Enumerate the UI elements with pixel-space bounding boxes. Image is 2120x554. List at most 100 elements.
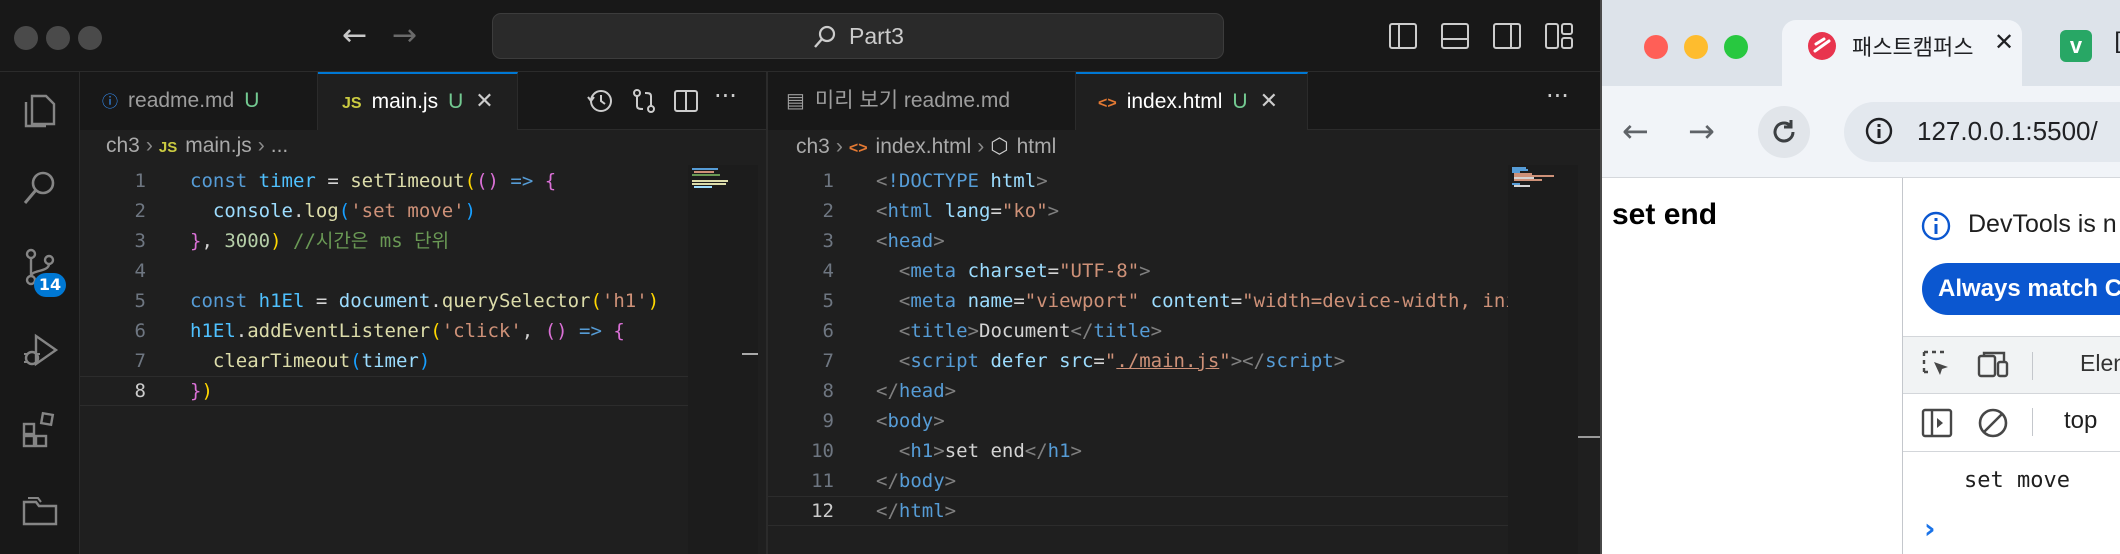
- code-line: const h1El = document.querySelector('h1'…: [190, 290, 660, 312]
- main-js-code[interactable]: const timer = setTimeout(() => { console…: [190, 166, 690, 406]
- line-number: 1: [822, 170, 834, 192]
- minimize-window-button[interactable]: [1684, 35, 1708, 59]
- code-line: <script defer src="./main.js"></script>: [898, 350, 1346, 372]
- line-number: 9: [822, 410, 834, 432]
- source-control-badge: 14: [34, 273, 66, 297]
- scrollbar-indicator[interactable]: [1578, 436, 1600, 438]
- toggle-secondary-sidebar-icon[interactable]: [1492, 22, 1522, 50]
- browser-tab-favicon-icon[interactable]: v: [2060, 30, 2092, 62]
- device-toolbar-icon[interactable]: [1976, 348, 2010, 382]
- show-sidebar-icon[interactable]: [1920, 406, 1954, 440]
- tab-main-js[interactable]: JS main.js U ✕: [318, 72, 518, 130]
- reload-button[interactable]: [1758, 106, 1810, 158]
- site-info-icon[interactable]: [1864, 116, 1894, 146]
- code-line: h1El.addEventListener('click', () => {: [190, 320, 625, 342]
- split-editor-icon[interactable]: [672, 87, 700, 115]
- breadcrumb-folder[interactable]: ch3: [106, 134, 140, 157]
- browser-tab-title: 패스트캠퍼스: [1852, 35, 1974, 60]
- minimize-window-button[interactable]: [46, 26, 70, 50]
- left-minimap[interactable]: [688, 165, 758, 554]
- browser-tab-title-partial[interactable]: [: [2114, 28, 2120, 56]
- info-icon: ⓘ: [102, 94, 119, 111]
- tab-preview-readme[interactable]: ▤ 미리 보기 readme.md: [768, 72, 1076, 130]
- context-selector[interactable]: top: [2064, 407, 2097, 435]
- explorer-icon[interactable]: [20, 90, 60, 130]
- browser-window: 패스트캠퍼스 ✕ v [ ← → 127.0.0.1:5500/ set end…: [1600, 0, 2120, 554]
- chevron-right-icon: ›: [145, 134, 153, 157]
- line-number: 6: [134, 320, 146, 342]
- toolbar-divider: [2032, 352, 2033, 380]
- title-bar: ← → Part3: [0, 0, 1600, 72]
- devtools-notice-text: DevTools is n: [1968, 210, 2117, 238]
- tab-label: index.html: [1126, 90, 1223, 113]
- toggle-primary-sidebar-icon[interactable]: [1388, 22, 1418, 50]
- forward-arrow-icon[interactable]: →: [1688, 112, 1715, 150]
- line-number: 8: [822, 380, 834, 402]
- tab-elements[interactable]: Elen: [2080, 350, 2120, 377]
- breadcrumb-file[interactable]: main.js: [185, 134, 252, 157]
- console-log-entry: set move: [1964, 468, 2070, 493]
- breadcrumb-file[interactable]: index.html: [876, 135, 972, 158]
- chevron-right-icon: ›: [977, 135, 985, 158]
- breadcrumb-symbol[interactable]: html: [1017, 135, 1057, 158]
- inspect-element-icon[interactable]: [1920, 348, 1954, 382]
- code-line: </html>: [876, 500, 957, 522]
- extensions-icon[interactable]: [20, 410, 60, 450]
- tab-label: 미리 보기 readme.md: [814, 89, 1011, 112]
- vscode-window: ← → Part3 14 ⓘ readme.md U JS main.js U …: [0, 0, 1600, 554]
- line-number: 1: [134, 170, 146, 192]
- code-line: <title>Document</title>: [898, 320, 1163, 342]
- code-line: <!DOCTYPE html>: [876, 170, 1048, 192]
- line-number: 12: [811, 500, 834, 522]
- clear-console-icon[interactable]: [1976, 406, 2010, 440]
- command-center-label: Part3: [849, 23, 904, 49]
- code-line: <html lang="ko">: [876, 200, 1060, 222]
- run-and-debug-icon[interactable]: [20, 330, 60, 370]
- timeline-icon[interactable]: [586, 87, 614, 115]
- index-html-code[interactable]: <!DOCTYPE html> <html lang="ko"> <head> …: [876, 166, 1508, 526]
- remote-explorer-icon[interactable]: [20, 490, 60, 530]
- reload-icon: [1773, 120, 1795, 143]
- toggle-panel-icon[interactable]: [1440, 22, 1470, 50]
- url-text[interactable]: 127.0.0.1:5500/: [1917, 116, 2098, 147]
- right-minimap[interactable]: [1508, 165, 1578, 554]
- tab-readme-md[interactable]: ⓘ readme.md U: [80, 72, 318, 130]
- always-match-language-button[interactable]: Always match C: [1922, 263, 2120, 315]
- more-actions-icon[interactable]: ···: [714, 82, 737, 110]
- html-file-icon: <>: [1098, 95, 1117, 112]
- code-line: }, 3000) //시간은 ms 단위: [190, 230, 450, 252]
- customize-layout-icon[interactable]: [1544, 22, 1574, 50]
- javascript-file-icon: JS: [158, 139, 178, 156]
- close-window-button[interactable]: [14, 26, 38, 50]
- line-number: 2: [822, 200, 834, 222]
- close-window-button[interactable]: [1644, 35, 1668, 59]
- line-number: 4: [134, 260, 146, 282]
- symbol-element-icon: ⬡: [990, 135, 1009, 158]
- page-heading[interactable]: set end: [1612, 198, 1717, 232]
- code-line: const timer = setTimeout(() => {: [190, 170, 557, 192]
- command-center-search[interactable]: Part3: [492, 13, 1224, 59]
- chevron-right-icon: ›: [835, 135, 843, 158]
- line-number: 7: [134, 350, 146, 372]
- untracked-badge: U: [448, 90, 464, 113]
- console-prompt-chevron-icon[interactable]: ›: [1924, 512, 1936, 545]
- line-number: 6: [822, 320, 834, 342]
- tab-index-html[interactable]: <> index.html U ✕: [1076, 72, 1308, 130]
- zoom-window-button[interactable]: [1724, 35, 1748, 59]
- search-icon[interactable]: [20, 168, 60, 208]
- back-arrow-icon[interactable]: ←: [1622, 112, 1649, 150]
- close-tab-icon[interactable]: ✕: [1260, 88, 1278, 113]
- code-line: </head>: [876, 380, 957, 402]
- breadcrumb-more[interactable]: ...: [271, 134, 289, 157]
- zoom-window-button[interactable]: [78, 26, 102, 50]
- back-arrow-icon[interactable]: ←: [342, 18, 367, 53]
- close-tab-icon[interactable]: ✕: [1994, 28, 2014, 56]
- open-changes-icon[interactable]: [630, 87, 658, 115]
- activity-bar: [0, 72, 80, 554]
- close-tab-icon[interactable]: ✕: [475, 88, 493, 113]
- breadcrumb-folder[interactable]: ch3: [796, 135, 830, 158]
- more-actions-icon[interactable]: ···: [1546, 82, 1569, 110]
- forward-arrow-icon[interactable]: →: [392, 18, 417, 53]
- code-line: clearTimeout(timer): [212, 350, 431, 372]
- line-number: 8: [134, 380, 146, 402]
